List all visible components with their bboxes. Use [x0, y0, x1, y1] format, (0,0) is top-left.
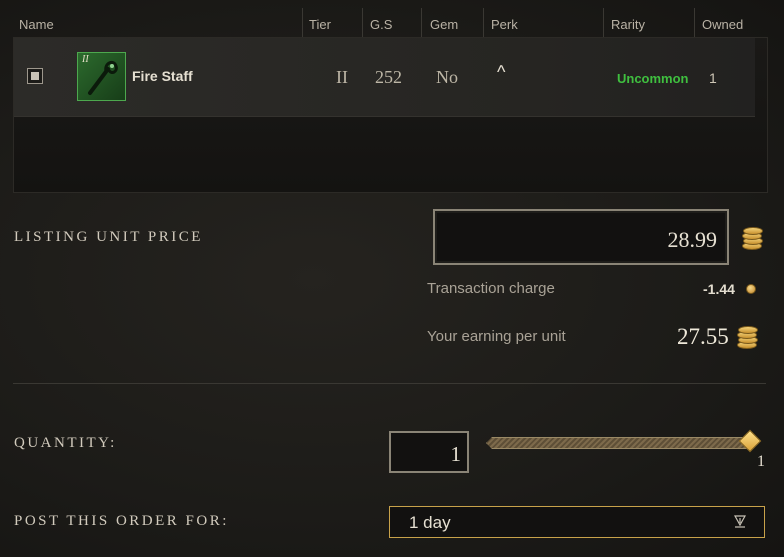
perk-caret-icon[interactable]: ^: [497, 62, 505, 83]
column-divider: [603, 8, 604, 38]
item-gem: No: [436, 67, 458, 87]
item-owned-count: 1: [709, 70, 717, 86]
column-divider: [483, 8, 484, 38]
post-duration-label: POST THIS ORDER FOR:: [14, 513, 229, 529]
item-select-checkbox[interactable]: [27, 68, 43, 84]
quantity-slider-max: 1: [757, 453, 765, 470]
transaction-charge-label: Transaction charge: [427, 280, 555, 297]
column-header-gs[interactable]: G.S: [370, 17, 392, 32]
earning-per-unit-value: 27.55: [677, 324, 729, 349]
coin-icon: [746, 284, 756, 294]
quantity-value: 1: [450, 442, 462, 466]
column-header-perk[interactable]: Perk: [491, 17, 518, 32]
unit-price-input[interactable]: 28.99: [433, 209, 729, 265]
transaction-charge-value: -1.44: [703, 281, 735, 297]
column-header-rarity[interactable]: Rarity: [611, 17, 645, 32]
item-name: Fire Staff: [132, 68, 193, 84]
table-header: Name Tier G.S Gem Perk Rarity Owned: [0, 8, 784, 38]
item-gear-score: 252: [375, 67, 402, 87]
coin-stack-icon: [737, 324, 759, 350]
column-divider: [421, 8, 422, 38]
item-tier: II: [336, 67, 348, 87]
item-rarity: Uncommon: [617, 71, 689, 86]
column-header-name[interactable]: Name: [19, 17, 54, 32]
column-header-tier[interactable]: Tier: [309, 17, 331, 32]
column-header-gem[interactable]: Gem: [430, 17, 458, 32]
unit-price-value: 28.99: [667, 227, 718, 252]
dropdown-arrow-icon: [734, 515, 746, 528]
listing-unit-price-label: LISTING UNIT PRICE: [14, 229, 203, 245]
table-row[interactable]: II Fire Staff II 252 No ^ Uncommon 1: [14, 38, 755, 117]
duration-dropdown[interactable]: 1 day: [389, 506, 765, 538]
item-table: II Fire Staff II 252 No ^ Uncommon 1: [13, 37, 768, 193]
duration-selected-value: 1 day: [409, 513, 451, 532]
quantity-slider-track[interactable]: [486, 437, 750, 449]
fire-staff-icon: II: [77, 52, 126, 101]
coin-stack-icon: [742, 225, 764, 251]
earning-per-unit-label: Your earning per unit: [427, 328, 566, 345]
column-divider: [694, 8, 695, 38]
quantity-input[interactable]: 1: [389, 431, 469, 473]
column-divider: [302, 8, 303, 38]
column-header-owned[interactable]: Owned: [702, 17, 743, 32]
section-divider: [13, 383, 766, 384]
column-divider: [362, 8, 363, 38]
quantity-label: QUANTITY:: [14, 435, 117, 451]
